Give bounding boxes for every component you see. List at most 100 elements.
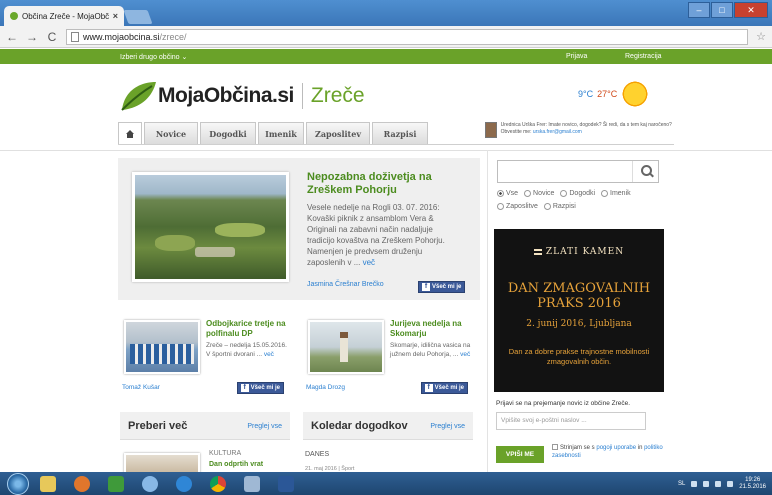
- card-author[interactable]: Magda Drozg: [306, 384, 345, 391]
- featured-article: Nepozabna doživetja na Zreškem Pohorju V…: [118, 158, 480, 300]
- newsletter-form: Prijavi se na prejemanje novic iz občine…: [496, 400, 671, 463]
- sidebar: Vse Novice Dogodki Imenik Zaposlitve Raz…: [487, 150, 677, 480]
- maximize-button[interactable]: □: [711, 2, 733, 18]
- search-icon[interactable]: [632, 161, 658, 182]
- see-all-link[interactable]: Preglej vse: [430, 423, 465, 430]
- featured-body: Vesele nedelje na Rogli 03. 07. 2016: Ko…: [307, 203, 445, 267]
- card-body: Skomarje, idilična vasica na južnem delu…: [390, 342, 471, 358]
- terms-checkbox[interactable]: [552, 444, 558, 451]
- media-player-icon[interactable]: [68, 473, 96, 494]
- filter-radio-razpisi[interactable]: Razpisi: [543, 201, 576, 212]
- ad-brand: ZLATI KAMEN: [494, 247, 664, 257]
- article-card: Jurijeva nedelja na Skomarju Skomarje, i…: [302, 316, 472, 398]
- clock[interactable]: 19:26 21.5.2016: [739, 477, 766, 491]
- forward-arrow-icon[interactable]: →: [26, 30, 38, 44]
- wifi-icon[interactable]: [727, 480, 734, 487]
- filter-radio-novice[interactable]: Novice: [524, 188, 554, 199]
- logo-brand: MojaObčina.si: [158, 84, 294, 107]
- temp-high: 27°C: [597, 89, 618, 99]
- card-title[interactable]: Jurijeva nedelja na Skomarju: [390, 319, 474, 339]
- read-more-title[interactable]: Dan odprtih vrat: [209, 460, 289, 469]
- see-all-link[interactable]: Preglej vse: [247, 423, 282, 430]
- terms-link[interactable]: pogoji uporabe: [596, 445, 636, 451]
- language-indicator[interactable]: SL: [678, 481, 685, 487]
- url-host: www.mojaobcina.si: [83, 31, 160, 42]
- windows-taskbar: SL 19:26 21.5.2016: [0, 472, 772, 495]
- internet-explorer-icon[interactable]: [170, 473, 198, 494]
- url-path: /zrece/: [159, 31, 187, 42]
- site-logo[interactable]: MojaObčina.si Zreče: [118, 78, 365, 114]
- tray-arrow-icon[interactable]: [691, 480, 698, 487]
- card-title[interactable]: Odbojkarice tretje na polfinalu DP: [206, 319, 290, 339]
- filter-radio-dogodki[interactable]: Dogodki: [560, 188, 595, 199]
- tab-close-icon[interactable]: ×: [113, 11, 118, 21]
- filter-radio-zaposlitve[interactable]: Zaposlitve: [497, 201, 538, 212]
- tab-title: Občina Zreče - MojaObči: [22, 11, 109, 21]
- editor-email-link[interactable]: urska.frer@gmail.com: [533, 129, 582, 135]
- address-bar: ← → C www.mojaobcina.si/zrece/ ☆: [0, 26, 772, 48]
- card-image[interactable]: [308, 320, 384, 374]
- reload-icon[interactable]: C: [46, 30, 58, 44]
- nav-divider: [118, 144, 674, 145]
- back-arrow-icon[interactable]: ←: [6, 30, 18, 44]
- app-window-icon[interactable]: [238, 473, 266, 494]
- chrome-icon[interactable]: [204, 473, 232, 494]
- article-card: Odbojkarice tretje na polfinalu DP Zreče…: [118, 316, 288, 398]
- filter-radio-vse[interactable]: Vse: [497, 188, 518, 199]
- card-image[interactable]: [124, 320, 200, 374]
- card-like-button[interactable]: f Všeč mi je: [420, 382, 468, 394]
- card-more-link[interactable]: več: [460, 351, 470, 358]
- register-link[interactable]: Registracija: [625, 53, 662, 60]
- login-link[interactable]: Prijava: [566, 53, 587, 60]
- email-field[interactable]: Vpišite svoj e-poštni naslov ...: [496, 412, 646, 430]
- word-icon[interactable]: [272, 473, 300, 494]
- nav-home-tab[interactable]: [118, 122, 142, 144]
- ad-banner[interactable]: ZLATI KAMEN DAN ZMAGOVALNIH PRAKS 2016 2…: [494, 229, 664, 392]
- nav-tab-novice[interactable]: Novice: [144, 122, 198, 144]
- bookmark-star-icon[interactable]: ☆: [756, 30, 766, 43]
- explorer-icon[interactable]: [34, 473, 62, 494]
- card-like-button[interactable]: f Všeč mi je: [236, 382, 284, 394]
- search-filters: Vse Novice Dogodki Imenik Zaposlitve Raz…: [497, 188, 672, 214]
- editor-contact: Urednica Urška Frer: Imate novico, dogod…: [485, 122, 675, 138]
- card-more-link[interactable]: več: [264, 351, 274, 358]
- nav-tab-imenik[interactable]: Imenik: [258, 122, 304, 144]
- featured-like-button[interactable]: f Všeč mi je: [418, 281, 466, 293]
- ad-date: 2. junij 2016, Ljubljana: [526, 319, 632, 329]
- start-button[interactable]: [0, 472, 34, 495]
- nav-tab-zaposlitev[interactable]: Zaposlitev: [306, 122, 370, 144]
- browser-tab[interactable]: Občina Zreče - MojaObči ×: [4, 6, 124, 26]
- today-label: DANES: [305, 451, 330, 458]
- network-icon[interactable]: [136, 473, 164, 494]
- new-tab-button[interactable]: [123, 10, 153, 24]
- page-icon: [71, 31, 79, 42]
- weather-widget[interactable]: 9°C 27°C: [578, 80, 650, 108]
- window-controls: – □ ✕: [688, 2, 768, 18]
- facebook-icon: f: [240, 384, 249, 392]
- flag-icon[interactable]: [703, 480, 710, 487]
- featured-title[interactable]: Nepozabna doživetja na Zreškem Pohorju: [307, 171, 467, 197]
- editor-text: Urednica Urška Frer: Imate novico, dogod…: [500, 122, 672, 135]
- choose-municipality-link[interactable]: Izberi drugo občino ⌄: [120, 53, 187, 61]
- card-author[interactable]: Tomaž Kušar: [122, 384, 160, 391]
- filter-radio-imenik[interactable]: Imenik: [601, 188, 631, 199]
- facebook-icon: f: [422, 283, 430, 291]
- favicon-icon: [10, 12, 18, 20]
- nav-tab-razpisi[interactable]: Razpisi: [372, 122, 428, 144]
- app-icon[interactable]: [102, 473, 130, 494]
- ad-headline: DAN ZMAGOVALNIH PRAKS 2016: [507, 281, 651, 311]
- facebook-icon: f: [424, 384, 433, 392]
- minimize-button[interactable]: –: [688, 2, 710, 18]
- featured-more-link[interactable]: več: [363, 258, 375, 267]
- category-label: KULTURA: [209, 450, 242, 457]
- featured-image[interactable]: [132, 172, 289, 282]
- url-input[interactable]: www.mojaobcina.si/zrece/: [66, 28, 749, 45]
- subscribe-button[interactable]: VPIŠI ME: [496, 446, 544, 463]
- close-window-button[interactable]: ✕: [734, 2, 768, 18]
- calendar-section-header: Koledar dogodkov Preglej vse: [303, 412, 473, 440]
- editor-avatar: [485, 122, 497, 138]
- featured-author[interactable]: Jasmina Črešnar Brečko: [307, 281, 384, 288]
- search-input[interactable]: [497, 160, 659, 183]
- nav-tab-dogodki[interactable]: Dogodki: [200, 122, 256, 144]
- volume-icon[interactable]: [715, 480, 722, 487]
